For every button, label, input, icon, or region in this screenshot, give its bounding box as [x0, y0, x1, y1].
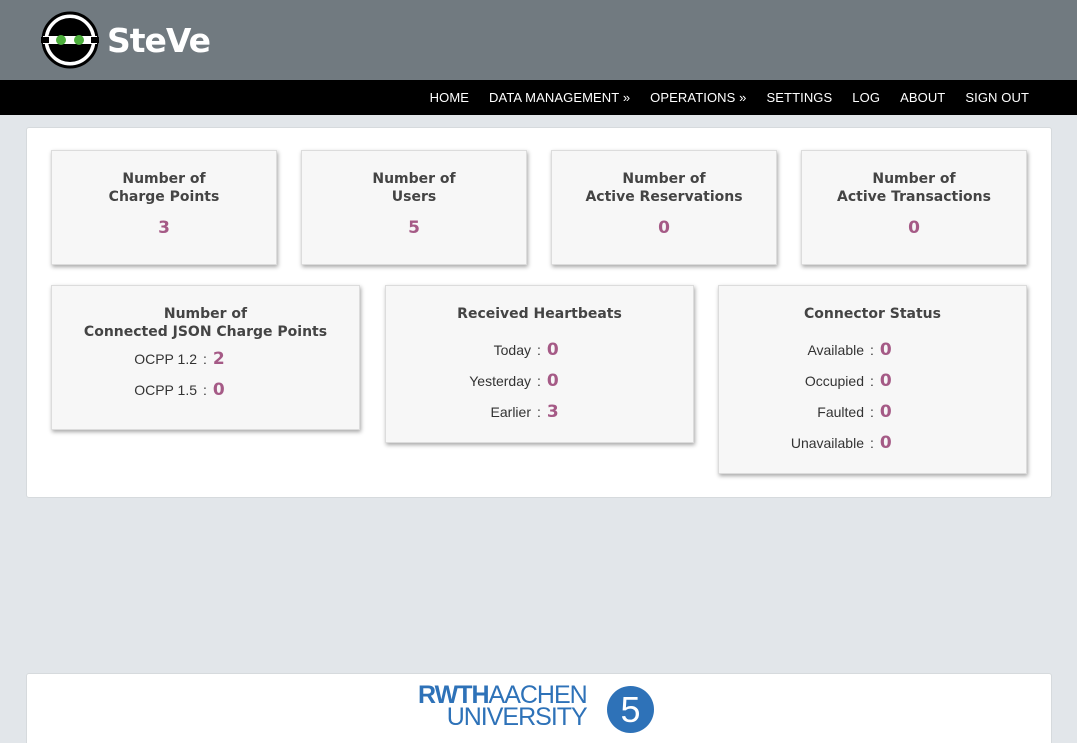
connector-row: Unavailable : 0 — [719, 433, 1026, 464]
row-label: Yesterday — [469, 373, 531, 389]
tile-title-line2: Active Transactions — [837, 189, 991, 205]
row-label: Earlier — [490, 404, 531, 420]
connector-row: Faulted : 0 — [719, 402, 1026, 433]
tile-charge-points[interactable]: Number of Charge Points 3 — [51, 150, 277, 265]
tile-title-line1: Number of — [872, 171, 956, 187]
tile-connector-status[interactable]: Connector Status Available : 0 Occupied … — [718, 285, 1027, 474]
heartbeat-row: Earlier : 3 — [386, 402, 693, 433]
heartbeat-row: Yesterday : 0 — [386, 371, 693, 402]
robot-face-icon — [41, 11, 99, 69]
row-separator: : — [870, 435, 874, 451]
row-separator: : — [870, 404, 874, 420]
row-separator: : — [870, 373, 874, 389]
brand-logo[interactable]: SteVe — [41, 11, 211, 69]
row-label: Unavailable — [790, 435, 864, 451]
connector-row: Occupied : 0 — [719, 371, 1026, 402]
connectors-faulted: 0 — [879, 402, 892, 422]
nav-sign-out[interactable]: SIGN OUT — [965, 90, 1029, 105]
tile-title: Connector Status — [804, 306, 941, 322]
row-label: Today — [493, 342, 531, 358]
nav-menu: HOME DATA MANAGEMENT » OPERATIONS » SETT… — [410, 80, 1029, 115]
nav-home[interactable]: HOME — [430, 90, 469, 105]
row-label: Faulted — [817, 404, 864, 420]
main-navbar: HOME DATA MANAGEMENT » OPERATIONS » SETT… — [0, 80, 1077, 115]
footer: RWTH AACHEN UNIVERSITY 5 — [26, 673, 1052, 743]
charge-points-count: 3 — [158, 218, 170, 238]
connectors-available: 0 — [879, 340, 892, 360]
row-label: Available — [807, 342, 864, 358]
tile-active-reservations[interactable]: Number of Active Reservations 0 — [551, 150, 777, 265]
row-separator: : — [537, 342, 541, 358]
row-label: OCPP 1.5 — [134, 382, 197, 398]
tile-title-line1: Number of — [163, 306, 248, 322]
heartbeat-row: Today : 0 — [386, 340, 693, 371]
heartbeats-earlier: 3 — [546, 402, 559, 422]
transactions-count: 0 — [908, 218, 920, 238]
connectors-unavailable: 0 — [879, 433, 892, 453]
heartbeat-rows: Today : 0 Yesterday : 0 Earlier : 3 — [386, 340, 693, 433]
nav-about[interactable]: ABOUT — [900, 90, 945, 105]
connector-rows: Available : 0 Occupied : 0 Faulted : 0 U… — [719, 340, 1026, 464]
heartbeats-yesterday: 0 — [546, 371, 559, 391]
tile-received-heartbeats[interactable]: Received Heartbeats Today : 0 Yesterday … — [385, 285, 694, 443]
connectors-occupied: 0 — [879, 371, 892, 391]
tile-title-line1: Number of — [622, 171, 706, 187]
tile-active-transactions[interactable]: Number of Active Transactions 0 — [801, 150, 1027, 265]
nav-data-management[interactable]: DATA MANAGEMENT » — [489, 90, 630, 105]
row-separator: : — [537, 404, 541, 420]
json-cp-row: OCPP 1.5 : 0 — [52, 380, 359, 411]
heartbeats-today: 0 — [546, 340, 559, 360]
row-separator: : — [203, 382, 207, 398]
header-bar: SteVe — [0, 0, 1077, 80]
tile-title-line2: Active Reservations — [585, 189, 743, 205]
users-count: 5 — [408, 218, 420, 238]
connector-row: Available : 0 — [719, 340, 1026, 371]
tile-title: Received Heartbeats — [457, 306, 622, 322]
i5-logo-icon[interactable]: 5 — [607, 686, 654, 733]
nav-operations[interactable]: OPERATIONS » — [650, 90, 746, 105]
tile-json-charge-points[interactable]: Number of Connected JSON Charge Points O… — [51, 285, 360, 430]
tile-title-line1: Number of — [372, 171, 456, 187]
nav-log[interactable]: LOG — [852, 90, 880, 105]
ocpp15-count: 0 — [212, 380, 225, 400]
json-cp-row: OCPP 1.2 : 2 — [52, 349, 359, 380]
nav-settings[interactable]: SETTINGS — [766, 90, 832, 105]
ocpp12-count: 2 — [212, 349, 225, 369]
dashboard-panel: Number of Charge Points 3 Number of User… — [26, 127, 1052, 498]
row-separator: : — [537, 373, 541, 389]
tile-title-line1: Number of — [122, 171, 206, 187]
rwth-logo-university: UNIVERSITY — [446, 703, 588, 731]
brand-name: SteVe — [107, 20, 211, 60]
json-cp-rows: OCPP 1.2 : 2 OCPP 1.5 : 0 — [52, 349, 359, 411]
tile-title-line2: Connected JSON Charge Points — [83, 324, 328, 340]
tile-title-line2: Charge Points — [108, 189, 220, 205]
row-separator: : — [203, 351, 207, 367]
tile-users[interactable]: Number of Users 5 — [301, 150, 527, 265]
row-label: Occupied — [804, 373, 864, 389]
row-label: OCPP 1.2 — [134, 351, 197, 367]
row-separator: : — [870, 342, 874, 358]
rwth-logo[interactable]: RWTH AACHEN UNIVERSITY — [418, 683, 588, 731]
i5-logo-number: 5 — [620, 689, 641, 730]
tile-title-line2: Users — [391, 189, 437, 205]
reservations-count: 0 — [658, 218, 670, 238]
